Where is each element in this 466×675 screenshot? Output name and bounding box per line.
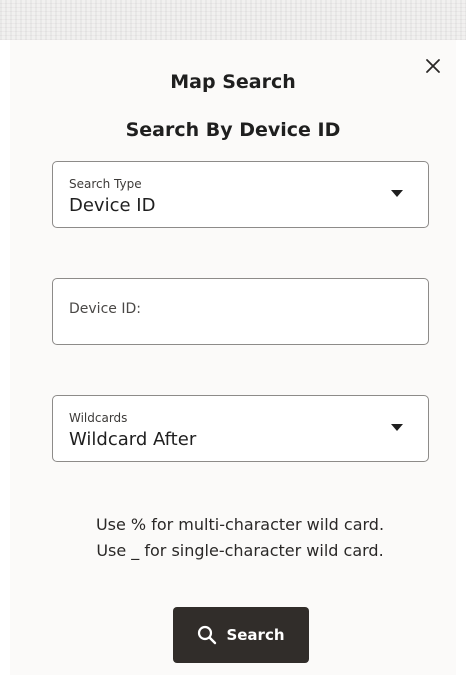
search-button[interactable]: Search	[173, 607, 309, 663]
search-button-label: Search	[226, 626, 285, 644]
wildcards-value: Wildcard After	[69, 429, 197, 450]
device-id-input[interactable]	[69, 301, 409, 317]
background-texture	[0, 0, 466, 40]
dialog-title: Map Search	[170, 71, 296, 93]
wildcard-help-multi: Use % for multi-character wild card.	[95, 515, 385, 534]
device-id-field[interactable]	[52, 278, 429, 345]
search-type-value: Device ID	[69, 195, 156, 216]
dropdown-caret-icon	[391, 190, 403, 197]
search-icon	[198, 625, 217, 645]
wildcards-select[interactable]: Wildcards Wildcard After	[52, 395, 429, 462]
dropdown-caret-icon	[391, 424, 403, 431]
dialog-subtitle: Search By Device ID	[125, 119, 341, 141]
wildcard-help-single: Use _ for single-character wild card.	[96, 541, 384, 560]
search-type-label: Search Type	[69, 177, 142, 191]
wildcards-label: Wildcards	[69, 411, 128, 425]
search-type-select[interactable]: Search Type Device ID	[52, 161, 429, 228]
